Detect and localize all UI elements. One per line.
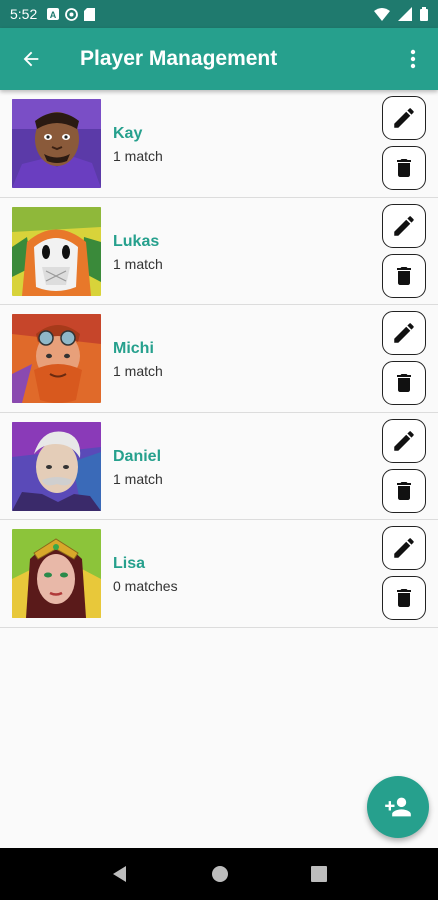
app-bar: Player Management bbox=[0, 28, 438, 90]
trash-icon bbox=[397, 589, 411, 607]
pencil-icon bbox=[394, 215, 414, 236]
page-title: Player Management bbox=[80, 47, 278, 70]
player-match-count: 1 match bbox=[113, 255, 163, 272]
more-vert-icon bbox=[410, 49, 416, 69]
edit-player-button[interactable] bbox=[382, 311, 426, 355]
player-match-count: 1 match bbox=[113, 148, 163, 164]
notification-a-icon: A bbox=[47, 8, 60, 20]
pencil-icon bbox=[394, 108, 414, 128]
trash-icon bbox=[397, 481, 411, 500]
nav-home-icon[interactable] bbox=[211, 865, 229, 883]
avatar bbox=[12, 421, 101, 511]
notification-sd-icon bbox=[84, 7, 96, 21]
player-list: Kay 1 match Lukas 1 match Michi 1 match … bbox=[0, 90, 438, 628]
avatar bbox=[12, 314, 101, 403]
avatar bbox=[12, 206, 101, 296]
delete-player-button[interactable] bbox=[382, 146, 426, 190]
player-name: Lisa bbox=[113, 555, 146, 572]
delete-player-button[interactable] bbox=[382, 253, 426, 298]
trash-icon bbox=[397, 159, 411, 177]
pencil-icon bbox=[394, 538, 414, 558]
signal-icon bbox=[398, 7, 412, 21]
list-item[interactable]: Michi 1 match bbox=[0, 305, 438, 413]
add-player-button[interactable] bbox=[367, 776, 429, 838]
player-name: Daniel bbox=[113, 447, 162, 465]
status-time: 5:52 bbox=[10, 6, 38, 22]
add-person-icon bbox=[385, 797, 411, 817]
nav-recents-icon[interactable] bbox=[311, 866, 327, 882]
delete-player-button[interactable] bbox=[382, 576, 426, 620]
arrow-left-icon bbox=[23, 51, 39, 67]
player-name: Michi bbox=[113, 340, 154, 357]
delete-player-button[interactable] bbox=[382, 361, 426, 405]
pencil-icon bbox=[394, 323, 414, 343]
player-match-count: 0 matches bbox=[113, 578, 178, 594]
list-item[interactable]: Lisa 0 matches bbox=[0, 520, 438, 628]
trash-icon bbox=[397, 374, 411, 392]
pencil-icon bbox=[394, 430, 414, 451]
player-name: Lukas bbox=[113, 232, 160, 250]
player-name: Kay bbox=[113, 125, 143, 142]
battery-icon bbox=[420, 7, 428, 21]
trash-icon bbox=[397, 266, 411, 285]
edit-player-button[interactable] bbox=[382, 418, 426, 463]
status-bar: 5:52 A bbox=[0, 0, 438, 28]
list-item[interactable]: Lukas 1 match bbox=[0, 198, 438, 305]
notification-sync-icon bbox=[65, 7, 79, 21]
edit-player-button[interactable] bbox=[382, 526, 426, 570]
system-nav-bar bbox=[0, 848, 438, 900]
edit-player-button[interactable] bbox=[382, 203, 426, 248]
delete-player-button[interactable] bbox=[382, 468, 426, 513]
svg-text:A: A bbox=[50, 10, 57, 20]
avatar bbox=[12, 99, 101, 188]
edit-player-button[interactable] bbox=[382, 96, 426, 140]
player-match-count: 1 match bbox=[113, 470, 163, 487]
overflow-menu-button[interactable] bbox=[388, 28, 438, 90]
list-item[interactable]: Kay 1 match bbox=[0, 90, 438, 198]
list-item[interactable]: Daniel 1 match bbox=[0, 413, 438, 520]
wifi-icon bbox=[374, 7, 390, 21]
nav-back-icon[interactable] bbox=[111, 865, 129, 883]
back-button[interactable] bbox=[0, 28, 62, 90]
player-match-count: 1 match bbox=[113, 363, 163, 379]
avatar bbox=[12, 529, 101, 618]
